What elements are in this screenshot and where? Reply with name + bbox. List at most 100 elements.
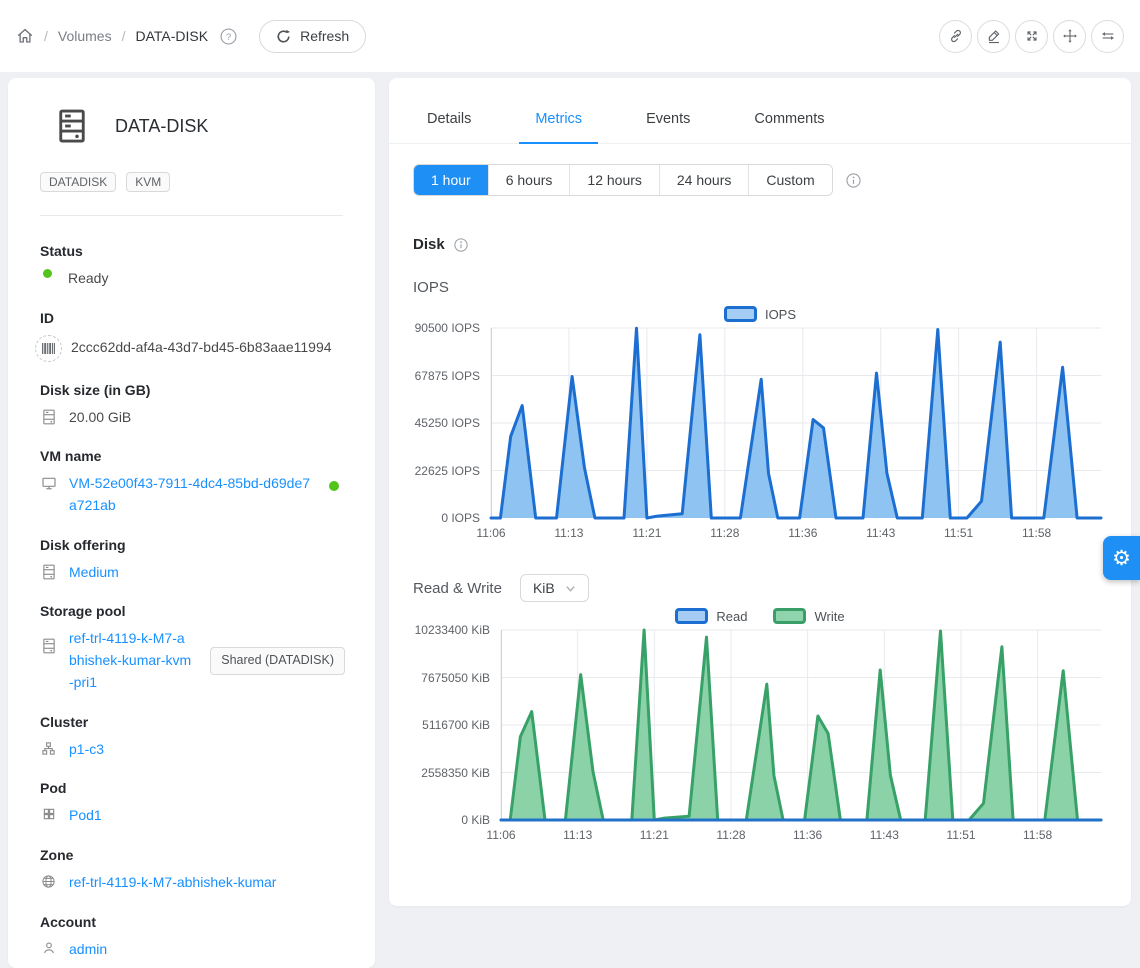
top-bar: / Volumes / DATA-DISK ? Refresh bbox=[0, 0, 1140, 72]
breadcrumb-volumes-link[interactable]: Volumes bbox=[58, 28, 112, 44]
info-circle-icon[interactable] bbox=[454, 238, 468, 252]
y-axis-label: 67875 IOPS bbox=[415, 369, 480, 383]
y-axis-label: 0 KiB bbox=[461, 813, 490, 827]
field-storage-pool: Storage pool ref-trl-4119-k-M7-abhishek-… bbox=[40, 603, 345, 693]
legend-item[interactable]: Read bbox=[675, 608, 747, 624]
account-link[interactable]: admin bbox=[69, 939, 107, 961]
y-axis-label: 10233400 KiB bbox=[415, 623, 490, 637]
field-pod: Pod Pod1 bbox=[40, 780, 345, 827]
y-axis-label: 90500 IOPS bbox=[415, 321, 480, 335]
field-label: Disk offering bbox=[40, 537, 345, 553]
x-axis-label: 11:21 bbox=[632, 526, 661, 540]
tab-bar: Details Metrics Events Comments bbox=[389, 78, 1131, 144]
field-id: ID 2ccc62dd-af4a-43d7-bd45-6b83aae11994 bbox=[40, 310, 345, 362]
legend-label: IOPS bbox=[765, 307, 796, 322]
refresh-button[interactable]: Refresh bbox=[259, 20, 366, 53]
fullscreen-icon[interactable] bbox=[1015, 20, 1048, 53]
tag-row: DATADISK KVM bbox=[40, 172, 345, 192]
tab-metrics[interactable]: Metrics bbox=[519, 111, 598, 143]
x-axis-label: 11:21 bbox=[640, 828, 669, 842]
storage-scope-badge: Shared (DATADISK) bbox=[210, 647, 345, 674]
time-range-1-hour[interactable]: 1 hour bbox=[414, 165, 488, 195]
edit-pencil-icon[interactable] bbox=[977, 20, 1010, 53]
info-circle-icon[interactable] bbox=[846, 173, 861, 188]
tab-details[interactable]: Details bbox=[411, 111, 487, 143]
x-axis-label: 11:36 bbox=[793, 828, 822, 842]
field-label: Disk size (in GB) bbox=[40, 382, 345, 398]
link-icon[interactable] bbox=[939, 20, 972, 53]
barcode-icon bbox=[35, 335, 62, 362]
x-axis-label: 11:58 bbox=[1022, 526, 1051, 540]
unit-dropdown-value: KiB bbox=[533, 580, 555, 596]
legend-item[interactable]: Write bbox=[773, 608, 844, 624]
svg-text:?: ? bbox=[226, 32, 231, 43]
tag-kvm: KVM bbox=[126, 172, 170, 192]
settings-fab-button[interactable]: ⚙ bbox=[1103, 536, 1140, 580]
y-axis: 0 IOPS22625 IOPS45250 IOPS67875 IOPS9050… bbox=[413, 328, 491, 518]
globe-icon bbox=[40, 874, 57, 889]
time-range-group: 1 hour 6 hours 12 hours 24 hours Custom bbox=[413, 164, 833, 196]
y-axis-label: 22625 IOPS bbox=[415, 464, 480, 478]
storage-pool-link[interactable]: ref-trl-4119-k-M7-abhishek-kumar-kvm-pri… bbox=[69, 628, 191, 693]
storage-icon bbox=[40, 638, 57, 654]
zone-link[interactable]: ref-trl-4119-k-M7-abhishek-kumar bbox=[69, 872, 276, 894]
move-icon[interactable] bbox=[1053, 20, 1086, 53]
x-axis-label: 11:51 bbox=[946, 828, 975, 842]
disk-icon bbox=[40, 564, 57, 580]
disk-offering-link[interactable]: Medium bbox=[69, 562, 119, 584]
time-range-24-hours[interactable]: 24 hours bbox=[659, 165, 748, 195]
x-axis-label: 11:06 bbox=[486, 828, 515, 842]
breadcrumb: / Volumes / DATA-DISK ? Refresh bbox=[16, 20, 366, 53]
legend-label: Write bbox=[814, 609, 844, 624]
time-range-6-hours[interactable]: 6 hours bbox=[488, 165, 570, 195]
x-axis: 11:0611:1311:2111:2811:3611:4311:5111:58 bbox=[501, 828, 1101, 846]
refresh-label: Refresh bbox=[300, 28, 349, 44]
x-axis-label: 11:58 bbox=[1023, 828, 1052, 842]
metrics-tab-content: 1 hour 6 hours 12 hours 24 hours Custom … bbox=[389, 144, 1131, 846]
volume-id-value: 2ccc62dd-af4a-43d7-bd45-6b83aae11994 bbox=[71, 337, 332, 359]
status-dot-icon bbox=[43, 269, 52, 278]
time-range-12-hours[interactable]: 12 hours bbox=[569, 165, 658, 195]
disk-section-title: Disk bbox=[413, 236, 445, 253]
vm-running-dot-icon bbox=[329, 481, 339, 491]
y-axis-label: 2558350 KiB bbox=[421, 766, 490, 780]
unit-dropdown[interactable]: KiB bbox=[520, 574, 589, 602]
field-zone: Zone ref-trl-4119-k-M7-abhishek-kumar bbox=[40, 847, 345, 894]
breadcrumb-current: DATA-DISK bbox=[135, 28, 208, 44]
field-label: VM name bbox=[40, 448, 345, 464]
settings-gear-icon: ⚙ bbox=[1112, 548, 1131, 569]
help-circle-icon[interactable]: ? bbox=[220, 28, 237, 45]
legend-swatch bbox=[675, 608, 708, 624]
pod-grid-icon bbox=[40, 807, 57, 821]
breadcrumb-separator: / bbox=[44, 28, 48, 44]
x-axis: 11:0611:1311:2111:2811:3611:4311:5111:58 bbox=[491, 526, 1101, 544]
chart-plot-area bbox=[501, 630, 1101, 820]
volume-icon bbox=[57, 108, 87, 144]
legend-label: Read bbox=[716, 609, 747, 624]
field-vm-name: VM name VM-52e00f43-7911-4dc4-85bd-d69de… bbox=[40, 448, 345, 516]
disk-size-value: 20.00 GiB bbox=[69, 407, 131, 429]
field-label: Account bbox=[40, 914, 345, 930]
swap-icon[interactable] bbox=[1091, 20, 1124, 53]
chevron-down-icon bbox=[565, 583, 576, 594]
vm-name-link[interactable]: VM-52e00f43-7911-4dc4-85bd-d69de7a721ab bbox=[69, 473, 315, 516]
x-axis-label: 11:13 bbox=[563, 828, 592, 842]
x-axis-label: 11:28 bbox=[716, 828, 745, 842]
home-icon[interactable] bbox=[16, 27, 34, 45]
pod-link[interactable]: Pod1 bbox=[69, 805, 102, 827]
tab-events[interactable]: Events bbox=[630, 111, 706, 143]
field-label: Cluster bbox=[40, 714, 345, 730]
x-axis-label: 11:51 bbox=[944, 526, 973, 540]
field-label: Pod bbox=[40, 780, 345, 796]
time-range-custom[interactable]: Custom bbox=[748, 165, 831, 195]
x-axis-label: 11:43 bbox=[870, 828, 899, 842]
legend-item[interactable]: IOPS bbox=[724, 306, 796, 322]
cluster-link[interactable]: p1-c3 bbox=[69, 739, 104, 761]
field-cluster: Cluster p1-c3 bbox=[40, 714, 345, 761]
x-axis-label: 11:28 bbox=[710, 526, 739, 540]
tag-datadisk: DATADISK bbox=[40, 172, 116, 192]
field-label: ID bbox=[40, 310, 345, 326]
vm-monitor-icon bbox=[40, 475, 57, 491]
tab-comments[interactable]: Comments bbox=[738, 111, 840, 143]
field-account: Account admin bbox=[40, 914, 345, 961]
